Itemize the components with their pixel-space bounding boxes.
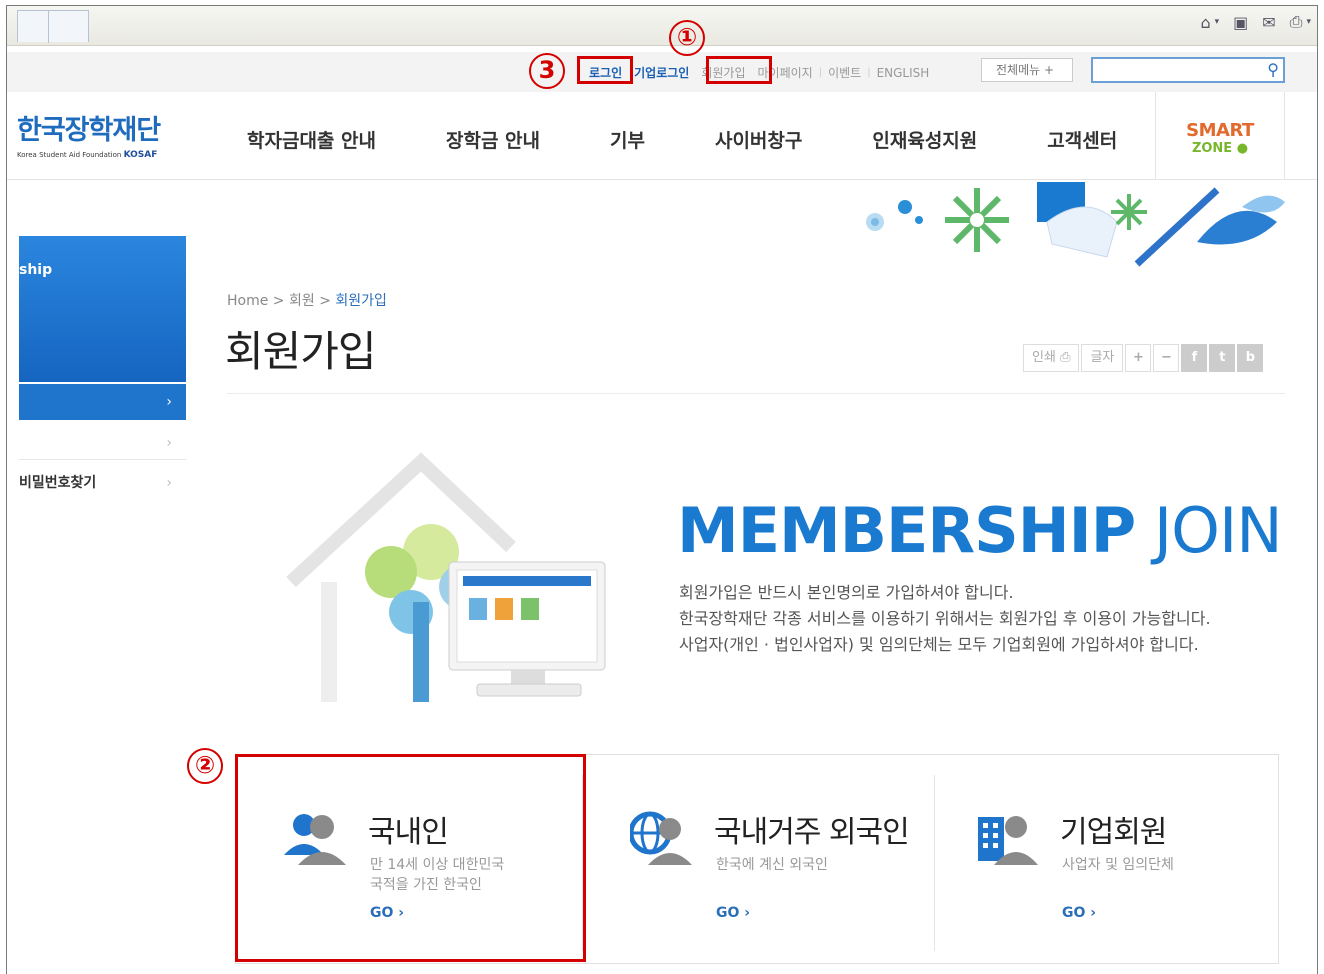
mail-icon[interactable]: ✉ xyxy=(1262,13,1275,32)
card-title: 국내거주 외국인 xyxy=(714,815,910,850)
nav-item-loan[interactable]: 학자금대출 안내 xyxy=(247,126,376,153)
zone-label: ZONE ● xyxy=(1191,141,1249,156)
member-card-corporate[interactable]: 기업회원 사업자 및 임의단체 GO › xyxy=(928,755,1280,965)
annotation-number-two: ② xyxy=(187,748,223,784)
home-icon[interactable]: ⌂ xyxy=(1200,13,1210,32)
hero-line: 사업자(개인 · 법인사업자) 및 임의단체는 모두 기업회원에 가입하셔야 합… xyxy=(679,635,1199,654)
main-nav: 학자금대출 안내 장학금 안내 기부 사이버창구 인재육성지원 고객센터 xyxy=(247,126,1117,153)
smart-zone-button[interactable]: SMART ZONE ● xyxy=(1155,92,1285,180)
card-description: 사업자 및 임의단체 xyxy=(1062,857,1174,873)
logo-english-name: Korea Student Aid Foundation xyxy=(17,151,122,159)
chevron-right-icon: › xyxy=(166,394,172,410)
globe-user-icon xyxy=(630,811,692,865)
search-input[interactable] xyxy=(1099,59,1249,81)
breadcrumb-member[interactable]: 회원 xyxy=(289,293,315,309)
chevron-down-icon[interactable]: ▾ xyxy=(1215,17,1220,27)
chevron-right-icon: › xyxy=(166,475,172,491)
english-link[interactable]: ENGLISH xyxy=(871,66,936,80)
browser-toolbar: ⌂ ▾ ▣ ✉ ⎙ ▾ xyxy=(7,6,1317,46)
page-tools: 인쇄 ⎙ 글자 + − f t b xyxy=(1023,344,1265,372)
side-nav-header: ship xyxy=(19,236,186,382)
browser-tab[interactable] xyxy=(17,10,89,43)
annotation-box-login xyxy=(577,56,633,84)
side-nav-label: 비밀번호찾기 xyxy=(19,475,97,491)
annotation-number-one: ① xyxy=(669,20,705,56)
corp-login-link[interactable]: 기업로그인 xyxy=(628,64,695,81)
logo-text: 한국장학재단 xyxy=(17,115,161,146)
font-size-label: 글자 xyxy=(1081,344,1124,372)
decorative-banner-illustration xyxy=(866,182,1285,267)
chevron-right-icon: › xyxy=(166,435,172,451)
logo-abbr: KOSAF xyxy=(123,150,158,160)
side-nav-item-active[interactable]: › xyxy=(19,384,186,420)
go-link[interactable]: GO › xyxy=(1062,905,1096,921)
twitter-icon[interactable]: t xyxy=(1209,344,1236,372)
breadcrumb-home[interactable]: Home xyxy=(227,293,268,309)
annotation-box-domestic xyxy=(235,754,586,962)
nav-item-scholarship[interactable]: 장학금 안내 xyxy=(446,126,540,153)
arrow-circle-icon: ● xyxy=(1236,141,1249,156)
side-nav-title: ship xyxy=(19,262,53,278)
member-card-foreign-resident[interactable]: 국내거주 외국인 한국에 계신 외국인 GO › xyxy=(582,755,928,965)
hero-line: 회원가입은 반드시 본인명의로 가입하셔야 합니다. xyxy=(679,583,1014,602)
go-link[interactable]: GO › xyxy=(716,905,750,921)
hero-description: 회원가입은 반드시 본인명의로 가입하셔야 합니다. 한국장학재단 각종 서비스… xyxy=(679,580,1211,658)
logo-subtext: Korea Student Aid Foundation KOSAF xyxy=(17,150,160,160)
building-user-icon xyxy=(978,816,1038,865)
print-button[interactable]: 인쇄 ⎙ xyxy=(1023,344,1080,372)
smart-label: SMART xyxy=(1186,120,1254,141)
all-menu-button[interactable]: 전체메뉴 + xyxy=(981,58,1073,82)
divider xyxy=(227,393,1285,394)
utility-bar: 로그인 기업로그인 회원가입 마이페이지 | 이벤트 | ENGLISH 전체메… xyxy=(7,52,1317,92)
nav-item-talent-support[interactable]: 인재육성지원 xyxy=(872,126,977,153)
side-nav-item-find-password[interactable]: 비밀번호찾기 › xyxy=(19,466,186,500)
font-increase-button[interactable]: + xyxy=(1125,344,1152,372)
card-title: 기업회원 xyxy=(1060,815,1167,850)
nav-item-customer-center[interactable]: 고객센터 xyxy=(1047,126,1117,153)
chevron-down-icon[interactable]: ▾ xyxy=(1306,17,1311,27)
breadcrumb-current: 회원가입 xyxy=(335,293,387,309)
search-box: ⚲ xyxy=(1091,57,1285,83)
annotation-box-join xyxy=(706,56,772,84)
print-icon[interactable]: ⎙ xyxy=(1290,12,1303,32)
hero-title: MEMBERSHIP JOIN xyxy=(677,494,1283,567)
facebook-icon[interactable]: f xyxy=(1181,344,1208,372)
card-description: 한국에 계신 외국인 xyxy=(716,857,828,873)
browser-window: ⌂ ▾ ▣ ✉ ⎙ ▾ 로그인 기업로그인 회원가입 마이페이지 | 이벤트 | E… xyxy=(6,5,1318,974)
house-computer-illustration xyxy=(286,452,606,702)
annotation-number-three: 3 xyxy=(529,53,565,89)
side-nav-item[interactable]: › xyxy=(19,426,186,460)
site-header: 한국장학재단 Korea Student Aid Foundation KOSA… xyxy=(7,92,1317,180)
breadcrumb: Home > 회원 > 회원가입 xyxy=(227,293,387,309)
browser-command-bar: ⌂ ▾ ▣ ✉ ⎙ ▾ xyxy=(1200,12,1311,32)
font-decrease-button[interactable]: − xyxy=(1153,344,1180,372)
event-link[interactable]: 이벤트 xyxy=(822,64,867,81)
page-title: 회원가입 xyxy=(225,327,377,376)
blog-icon[interactable]: b xyxy=(1237,344,1264,372)
search-icon[interactable]: ⚲ xyxy=(1267,60,1279,79)
nav-item-cyber-window[interactable]: 사이버창구 xyxy=(715,126,802,153)
nav-item-donation[interactable]: 기부 xyxy=(610,126,645,153)
site-logo[interactable]: 한국장학재단 Korea Student Aid Foundation KOSA… xyxy=(17,108,161,160)
printer-icon: ⎙ xyxy=(1060,350,1071,365)
feeds-icon[interactable]: ▣ xyxy=(1233,13,1248,32)
hero-line: 한국장학재단 각종 서비스를 이용하기 위해서는 회원가입 후 이용이 가능합니… xyxy=(679,609,1211,628)
